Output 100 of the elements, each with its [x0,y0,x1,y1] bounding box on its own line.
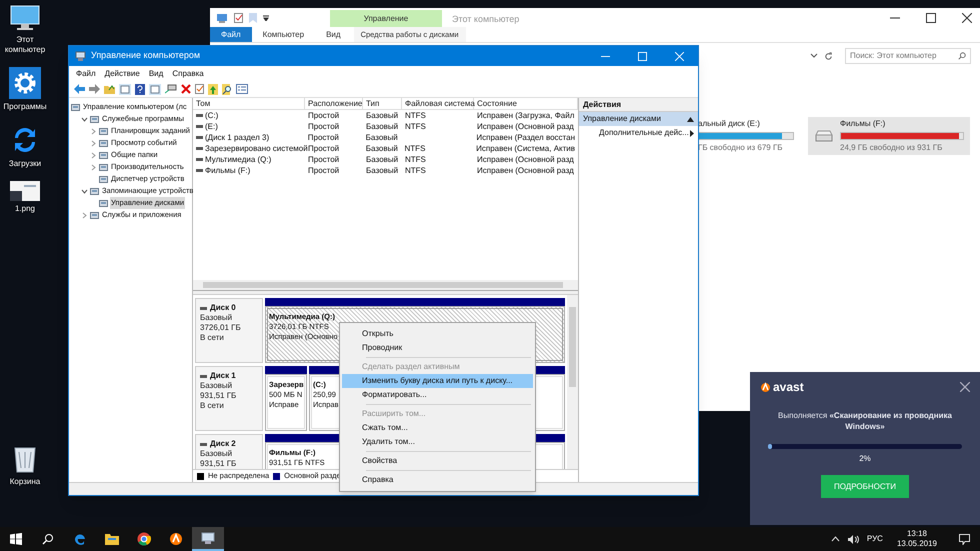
computer-management-icon [201,532,215,544]
volume-icon [196,114,203,117]
search-icon[interactable] [222,84,232,94]
action-link[interactable]: Дополнительные дейс... [579,126,698,140]
computer-icon[interactable] [216,12,228,22]
column-header[interactable]: Файловая система [402,98,474,109]
notification-icon[interactable] [959,534,970,544]
table-cell: NTFS [404,142,426,154]
menu-item[interactable]: Вид [148,68,164,80]
browser-circle-icon [137,532,151,546]
disk-detail: В сети [200,401,225,411]
pane-header: Действия [579,98,698,112]
drive-name: альный диск (E:) [698,118,761,130]
clock-time[interactable]: 13:18 [906,529,927,539]
table-cell: (E:) [205,120,218,132]
disk-detail: В сети [200,333,225,343]
checklist-icon[interactable] [234,12,243,22]
chevron-right-icon[interactable] [90,152,96,158]
chevron-right-icon[interactable] [90,164,96,170]
partition-header-bar [265,366,307,374]
menu-item[interactable]: Справка [172,68,204,80]
computer-management-taskbar-button[interactable] [192,527,224,551]
menu-item[interactable]: Действие [104,68,140,80]
table-cell: Исправен (Система, Актив [476,142,576,154]
dropdown-icon[interactable] [263,14,269,20]
disk-name: Диск 2 [210,439,236,449]
disk-detail: Базовый [200,381,234,391]
table-cell: Мультимедиа (Q:) [205,154,272,166]
chevron-down-icon[interactable] [80,188,88,194]
menu-item[interactable]: Открыть [342,327,533,341]
icon-label: 1.png [14,204,36,214]
ribbon-tab[interactable]: Вид [315,27,352,42]
up-arrow-icon[interactable] [208,84,218,94]
disk-detail: 931,51 ГБ [200,391,238,401]
ribbon-tab[interactable]: Компьютер [252,27,316,42]
node-icon [99,126,108,136]
connect-icon[interactable] [165,84,177,94]
node-icon [90,114,99,124]
menu-item[interactable]: Удалить том... [342,435,533,449]
table-cell: Простой [308,154,340,166]
disk-detail: 3726,01 ГБ [200,323,242,333]
horizontal-scrollbar[interactable] [193,280,578,290]
column-header[interactable]: Расположение [305,98,363,109]
icon-label: Корзина [8,477,42,487]
actions-section[interactable]: Управление дисками [579,112,698,126]
clock-date[interactable]: 13.05.2019 [896,539,937,549]
panel-icon[interactable] [119,84,131,94]
table-cell: Базовый [366,142,398,154]
chevron-right-icon[interactable] [90,128,96,134]
column-header[interactable]: Том [193,98,305,109]
chevron-right-icon[interactable] [90,140,96,146]
properties-icon[interactable] [236,84,248,94]
drive-icon [814,129,834,143]
chevron-up-icon[interactable] [830,536,840,542]
menu-item[interactable]: Изменить букву диска или путь к диску... [342,374,533,388]
chevron-down-icon[interactable] [80,116,88,122]
chevron-down-icon[interactable] [810,53,818,59]
delete-icon[interactable] [181,84,191,94]
menu-item[interactable]: Файл [76,68,96,80]
close-icon[interactable] [962,12,972,22]
forward-arrow-icon[interactable] [89,84,100,94]
node-icon [99,150,108,160]
table-cell: Базовый [366,120,398,132]
column-header[interactable]: Тип [363,98,402,109]
search-field[interactable]: Поиск: Этот компьютер [845,48,971,64]
gear-icon[interactable] [9,67,41,99]
table-cell: Исправен (Основной разд [477,154,574,166]
speaker-icon[interactable] [848,534,859,544]
disk-detail: Базовый [200,313,234,323]
menu-item[interactable]: Справка [342,473,533,487]
chevron-right-icon[interactable] [82,212,86,218]
table-cell: Базовый [366,164,398,176]
vertical-scrollbar[interactable] [567,295,578,469]
node-icon [99,174,108,184]
drive-tile[interactable]: Фильмы (F:) 24,9 ГБ свободно из 931 ГБ [808,117,970,155]
disk-detail: Базовый [200,449,234,459]
table-cell: Фильмы (F:) [205,164,250,176]
ribbon-tab[interactable]: Файл [210,27,252,42]
disk-name: Диск 0 [210,303,236,313]
table-cell: NTFS [405,120,426,132]
folder-icon[interactable] [104,84,115,94]
table-cell: Простой [308,164,340,176]
refresh-icon[interactable] [824,52,833,60]
menu-item[interactable]: Проводник [342,341,533,355]
checklist-icon[interactable] [195,84,204,94]
column-header[interactable]: Состояние [474,98,578,109]
table-cell: Исправен (Раздел восстан [476,132,575,144]
monitor-icon[interactable] [9,4,41,32]
panel-icon[interactable] [149,84,161,94]
back-arrow-icon[interactable] [74,84,85,94]
language-indicator[interactable]: РУС [866,533,883,545]
image-file-icon[interactable] [10,181,40,201]
node-icon [90,186,99,196]
search-icon [42,533,54,545]
help-icon[interactable] [135,84,145,94]
menu-item[interactable]: Сжать том... [342,421,533,435]
menu-item[interactable]: Форматировать... [342,388,533,402]
maximize-icon[interactable] [926,12,936,22]
menu-item[interactable]: Свойства [342,454,533,468]
disk-name: Диск 1 [210,371,236,381]
